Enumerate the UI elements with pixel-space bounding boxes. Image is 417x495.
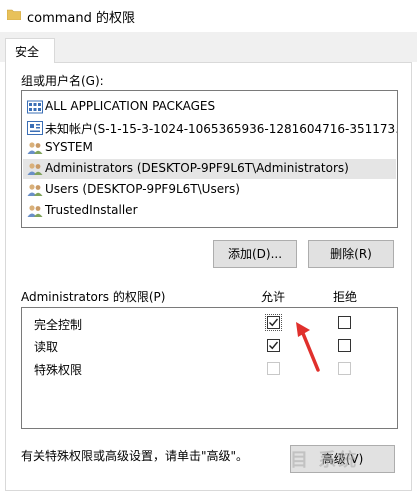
read-deny-checkbox[interactable]: [338, 339, 351, 352]
allow-column-header: 允许: [261, 290, 286, 304]
add-button[interactable]: 添加(D)...: [213, 240, 297, 268]
check-icon: [269, 318, 279, 327]
list-item-label: Users (DESKTOP-9PF9L6T\Users): [45, 182, 240, 196]
permission-name: 读取: [34, 340, 59, 354]
list-item[interactable]: SYSTEM: [23, 138, 396, 158]
footer-hint: 有关特殊权限或高级设置，请单击"高级"。: [21, 449, 249, 463]
permission-name: 特殊权限: [34, 363, 83, 377]
full-control-allow-checkbox[interactable]: [265, 314, 282, 331]
list-item-label: 未知帐户(S-1-15-3-1024-1065365936-1281604716…: [45, 122, 398, 136]
tab-strip: [0, 32, 417, 62]
users-icon: [27, 142, 43, 154]
users-icon: [27, 205, 43, 217]
list-item-label: SYSTEM: [45, 140, 93, 154]
check-icon: [269, 341, 279, 350]
groups-label: 组或用户名(G):: [21, 74, 104, 88]
folder-icon: [7, 9, 21, 20]
permission-name: 完全控制: [34, 318, 83, 332]
list-item-label: Administrators (DESKTOP-9PF9L6T\Administ…: [45, 161, 349, 175]
deny-column-header: 拒绝: [333, 290, 358, 304]
unknown-account-icon: [27, 121, 43, 135]
groups-listbox[interactable]: ALL APPLICATION PACKAGES 未知帐户(S-1-15-3-1…: [21, 90, 398, 228]
title-bar: command 的权限: [0, 0, 417, 32]
list-item[interactable]: Users (DESKTOP-9PF9L6T\Users): [23, 180, 396, 200]
watermark: 目 系统: [290, 450, 359, 471]
permissions-label: Administrators 的权限(P): [21, 290, 166, 304]
list-item[interactable]: 未知帐户(S-1-15-3-1024-1065365936-1281604716…: [23, 118, 398, 138]
packages-icon: [27, 100, 43, 114]
annotation-arrow-icon: [296, 322, 320, 372]
list-item[interactable]: TrustedInstaller: [23, 201, 396, 221]
special-allow-checkbox: [267, 362, 280, 375]
full-control-deny-checkbox[interactable]: [338, 316, 351, 329]
window-title: command 的权限: [27, 11, 136, 26]
list-item-label: TrustedInstaller: [45, 203, 138, 217]
list-item-label: ALL APPLICATION PACKAGES: [45, 99, 216, 113]
special-deny-checkbox: [338, 362, 351, 375]
list-item[interactable]: Administrators (DESKTOP-9PF9L6T\Administ…: [23, 159, 396, 179]
users-icon: [27, 184, 43, 196]
read-allow-checkbox[interactable]: [267, 339, 280, 352]
remove-button[interactable]: 删除(R): [308, 240, 394, 268]
tab-security-label: 安全: [15, 45, 40, 59]
list-item[interactable]: ALL APPLICATION PACKAGES: [23, 97, 396, 117]
tab-security[interactable]: 安全: [5, 38, 55, 63]
users-icon: [27, 163, 43, 175]
